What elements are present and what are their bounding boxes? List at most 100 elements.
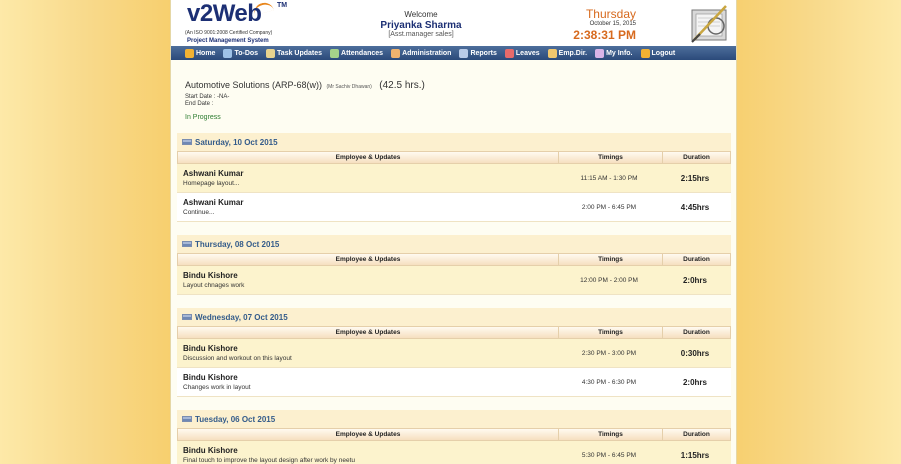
header: v2Web TM (An ISO 9001:2008 Certified Com… [171, 0, 736, 46]
project-tools-icon [691, 5, 727, 43]
update-note: Final touch to improve the layout design… [183, 457, 355, 464]
nav-my-info[interactable]: My Info. [595, 48, 633, 58]
reports-icon [459, 48, 469, 58]
leaves-icon [504, 48, 514, 58]
update-note: Continue... [183, 209, 215, 216]
project-dates: Start Date : -NA- End Date : [185, 94, 229, 108]
timing-cell: 4:30 PM - 6:30 PM [581, 378, 637, 386]
employee-cell: Bindu Kishore Final touch to improve the … [177, 446, 557, 464]
table-header: Employee & Updates Timings Duration [177, 253, 731, 266]
update-note: Changes work in layout [183, 384, 251, 391]
employee-name: Bindu Kishore [183, 344, 238, 353]
attendance-icon [330, 48, 340, 58]
table-row: Ashwani Kumar Continue... 2:00 PM - 6:45 … [177, 193, 731, 222]
day-title: Thursday, 08 Oct 2015 [195, 239, 280, 249]
logo[interactable]: v2Web [187, 0, 262, 28]
day-title: Saturday, 10 Oct 2015 [195, 137, 278, 147]
current-date: October 15, 2015 [589, 21, 636, 27]
project-lead: (Mr Sachiv Dhawan) [326, 84, 372, 90]
employee-name: Bindu Kishore [183, 271, 238, 280]
duration-cell: 4:45hrs [680, 202, 710, 212]
calendar-icon [182, 241, 192, 247]
col-employee: Employee & Updates [335, 431, 401, 438]
timing-cell: 12:00 PM - 2:00 PM [580, 276, 638, 284]
nav-label: Home [196, 49, 216, 57]
col-duration: Duration [662, 254, 730, 265]
calendar-icon [182, 416, 192, 422]
project-info: Automotive Solutions (ARP-68(w)) (Mr Sac… [185, 75, 425, 93]
nav-label: To-Dos [234, 49, 259, 57]
nav-logout[interactable]: Logout [640, 48, 675, 58]
logo-product-name: Project Management System [187, 38, 269, 44]
page-container: v2Web TM (An ISO 9001:2008 Certified Com… [170, 0, 737, 464]
day-section: Thursday, 08 Oct 2015 Employee & Updates… [177, 235, 731, 295]
employee-name: Bindu Kishore [183, 373, 238, 382]
col-employee: Employee & Updates [335, 154, 401, 161]
user-icon [595, 48, 605, 58]
nav-leaves[interactable]: Leaves [504, 48, 540, 58]
project-hours: (42.5 hrs.) [379, 80, 425, 91]
table-row: Ashwani Kumar Homepage layout... 11:15 AM… [177, 164, 731, 193]
duration-cell: 2:0hrs [682, 275, 707, 285]
logo-trademark: TM [277, 2, 288, 9]
calendar-icon [182, 139, 192, 145]
todo-icon [223, 48, 233, 58]
col-timings: Timings [558, 429, 662, 440]
employee-name: Ashwani Kumar [183, 169, 244, 178]
duration-cell: 2:15hrs [680, 173, 710, 183]
nav-emp-dir[interactable]: Emp.Dir. [547, 48, 588, 58]
nav-reports[interactable]: Reports [459, 48, 497, 58]
logout-icon [640, 48, 650, 58]
duration-cell: 1:15hrs [680, 450, 710, 460]
main-nav: Home To-Dos Task Updates Attendances Adm… [171, 46, 736, 60]
welcome-box: Welcome Priyanka Sharma [Asst.manager sa… [361, 10, 481, 38]
nav-administration[interactable]: Administration [391, 48, 451, 58]
day-header: Saturday, 10 Oct 2015 [177, 133, 731, 151]
end-date: End Date : [185, 101, 214, 107]
col-duration: Duration [662, 327, 730, 338]
nav-task-updates[interactable]: Task Updates [266, 48, 322, 58]
col-timings: Timings [558, 152, 662, 163]
col-timings: Timings [558, 327, 662, 338]
duration-cell: 2:0hrs [682, 377, 707, 387]
col-employee: Employee & Updates [335, 329, 401, 336]
table-row: Bindu Kishore Final touch to improve the … [177, 441, 731, 464]
home-icon [185, 48, 194, 58]
employee-name: Ashwani Kumar [183, 198, 244, 207]
nav-todos[interactable]: To-Dos [223, 48, 259, 58]
col-employee: Employee & Updates [335, 256, 401, 263]
day-header: Tuesday, 06 Oct 2015 [177, 410, 731, 428]
table-row: Bindu Kishore Discussion and workout on t… [177, 339, 731, 368]
employee-cell: Ashwani Kumar Continue... [177, 198, 557, 216]
table-header: Employee & Updates Timings Duration [177, 326, 731, 339]
employee-cell: Ashwani Kumar Homepage layout... [177, 169, 557, 187]
project-title: Automotive Solutions (ARP-68(w)) [185, 80, 323, 90]
employee-cell: Bindu Kishore Discussion and workout on t… [177, 344, 557, 362]
table-row: Bindu Kishore Changes work in layout 4:30… [177, 368, 731, 397]
timing-cell: 2:00 PM - 6:45 PM [581, 203, 637, 211]
directory-icon [547, 48, 557, 58]
employee-cell: Bindu Kishore Layout chnages work [177, 271, 557, 289]
col-duration: Duration [662, 429, 730, 440]
duration-cell: 0:30hrs [680, 348, 710, 358]
logo-tagline: (An ISO 9001:2008 Certified Company) [185, 30, 273, 36]
nav-label: My Info. [606, 49, 633, 57]
table-row: Bindu Kishore Layout chnages work 12:00 P… [177, 266, 731, 295]
current-day: Thursday [585, 7, 636, 21]
nav-attendances[interactable]: Attendances [330, 48, 384, 58]
nav-label: Emp.Dir. [558, 49, 588, 57]
update-note: Layout chnages work [183, 282, 245, 289]
welcome-label: Welcome [404, 10, 438, 19]
day-header: Wednesday, 07 Oct 2015 [177, 308, 731, 326]
table-header: Employee & Updates Timings Duration [177, 428, 731, 441]
table-header: Employee & Updates Timings Duration [177, 151, 731, 164]
day-section: Wednesday, 07 Oct 2015 Employee & Update… [177, 308, 731, 397]
nav-home[interactable]: Home [185, 48, 216, 58]
nav-label: Leaves [515, 49, 540, 57]
nav-label: Attendances [341, 49, 384, 57]
user-name: Priyanka Sharma [380, 20, 462, 31]
day-title: Tuesday, 06 Oct 2015 [195, 414, 276, 424]
day-header: Thursday, 08 Oct 2015 [177, 235, 731, 253]
employee-name: Bindu Kishore [183, 446, 238, 455]
employee-cell: Bindu Kishore Changes work in layout [177, 373, 557, 391]
